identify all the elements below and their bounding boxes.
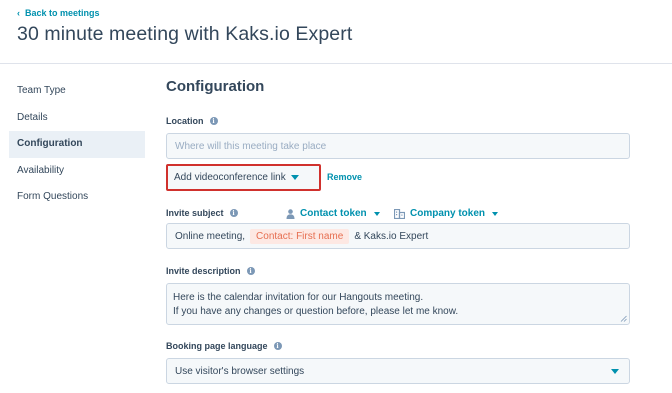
- back-link-label: Back to meetings: [25, 8, 100, 18]
- booking-language-value: Use visitor's browser settings: [175, 365, 305, 377]
- info-icon[interactable]: i: [246, 267, 255, 275]
- subject-prefix: Online meeting,: [175, 230, 246, 242]
- location-label: Location i: [166, 116, 218, 126]
- caret-down-icon: [611, 368, 619, 374]
- caret-down-icon: [290, 175, 299, 180]
- section-title: Configuration: [166, 78, 265, 95]
- company-token-dropdown[interactable]: Company token: [394, 208, 499, 219]
- contact-token-dropdown[interactable]: Contact token: [286, 208, 380, 219]
- add-videoconference-link-button[interactable]: Add videoconference link: [166, 164, 321, 191]
- resize-grip-icon[interactable]: [620, 315, 627, 322]
- invite-description-label: Invite description i: [166, 266, 255, 276]
- invite-subject-label-text: Invite subject: [166, 208, 224, 218]
- sidebar-item-configuration[interactable]: Configuration: [9, 131, 145, 158]
- building-icon: [394, 208, 405, 219]
- person-icon: [286, 208, 295, 219]
- sidebar-item-form-questions[interactable]: Form Questions: [9, 184, 145, 211]
- subject-suffix: & Kaks.io Expert: [354, 230, 429, 242]
- booking-language-label: Booking page language i: [166, 341, 282, 351]
- booking-language-select[interactable]: Use visitor's browser settings: [166, 358, 630, 384]
- caret-down-icon: [373, 211, 380, 216]
- back-to-meetings-link[interactable]: ‹ Back to meetings: [17, 8, 100, 18]
- sidebar-item-details[interactable]: Details: [9, 105, 145, 132]
- info-icon[interactable]: i: [273, 342, 282, 350]
- invite-subject-label: Invite subject i: [166, 208, 238, 218]
- video-button-label: Add videoconference link: [174, 172, 286, 183]
- sidebar-item-team-type[interactable]: Team Type: [9, 78, 145, 105]
- contact-token-label: Contact token: [300, 208, 367, 219]
- company-token-label: Company token: [410, 208, 486, 219]
- sidebar-item-availability[interactable]: Availability: [9, 158, 145, 185]
- info-icon[interactable]: i: [209, 117, 218, 125]
- configuration-panel: Configuration Location i Where will this…: [166, 0, 636, 393]
- location-input[interactable]: Where will this meeting take place: [166, 133, 630, 159]
- caret-down-icon: [492, 211, 499, 216]
- chevron-left-icon: ‹: [17, 8, 20, 18]
- contact-first-name-token[interactable]: Contact: First name: [250, 228, 350, 244]
- location-placeholder: Where will this meeting take place: [175, 140, 327, 152]
- invite-description-label-text: Invite description: [166, 266, 241, 276]
- invite-subject-input[interactable]: Online meeting, Contact: First name & Ka…: [166, 223, 630, 249]
- remove-link[interactable]: Remove: [327, 172, 362, 182]
- description-line-1: Here is the calendar invitation for our …: [173, 292, 424, 303]
- location-label-text: Location: [166, 116, 204, 126]
- booking-language-label-text: Booking page language: [166, 341, 268, 351]
- invite-description-textarea[interactable]: Here is the calendar invitation for our …: [166, 283, 630, 325]
- info-icon[interactable]: i: [229, 209, 238, 217]
- description-line-2: If you have any changes or question befo…: [173, 306, 459, 317]
- sidebar-nav: Team Type Details Configuration Availabi…: [9, 78, 145, 211]
